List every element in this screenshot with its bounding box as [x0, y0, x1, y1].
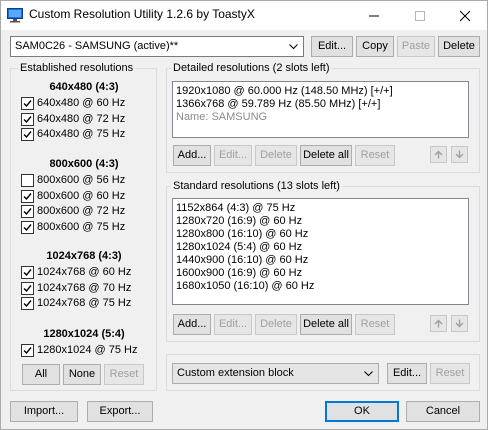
- checkmark-icon: [23, 208, 32, 216]
- arrow-up-icon: [434, 150, 443, 159]
- list-item[interactable]: 1152x864 (4:3) @ 75 Hz: [176, 202, 468, 215]
- extension-edit-button[interactable]: Edit...: [387, 363, 427, 384]
- arrow-down-icon: [455, 150, 464, 159]
- standard-delete-button[interactable]: Delete: [255, 314, 297, 335]
- list-item[interactable]: 1920x1080 @ 60.000 Hz (148.50 MHz) [+/+]: [176, 85, 468, 98]
- detailed-add-button[interactable]: Add...: [173, 145, 211, 166]
- list-item[interactable]: 1280x720 (16:9) @ 60 Hz: [176, 215, 468, 228]
- checkbox-label: 1280x1024 @ 75 Hz: [37, 344, 138, 356]
- section-heading: 1280x1024 (5:4): [43, 328, 125, 340]
- delete-monitor-button[interactable]: Delete: [438, 36, 480, 57]
- checkbox-label: 800x600 @ 60 Hz: [37, 189, 126, 202]
- checkbox-checked[interactable]: [21, 344, 34, 357]
- section-heading: 1024x768 (4:3): [46, 250, 122, 262]
- export-button[interactable]: Export...: [87, 401, 153, 422]
- checkbox-label: 800x600 @ 75 Hz: [37, 221, 126, 234]
- arrow-down-icon: [455, 319, 464, 328]
- chevron-down-icon: [364, 371, 373, 377]
- detailed-group-label: Detailed resolutions (2 slots left): [171, 62, 332, 75]
- checkbox-label: 640x480 @ 75 Hz: [37, 128, 126, 141]
- checkmark-icon: [23, 300, 32, 308]
- paste-button[interactable]: Paste: [397, 36, 435, 57]
- checkbox-label: 800x600 @ 72 Hz: [37, 205, 126, 218]
- detailed-delete-button[interactable]: Delete: [255, 145, 297, 166]
- checkmark-icon: [23, 192, 32, 200]
- arrow-up-icon: [434, 319, 443, 328]
- checkmark-icon: [23, 131, 32, 139]
- checkbox-label: 640x480 @ 72 Hz: [37, 112, 126, 125]
- minimize-icon: [369, 15, 379, 17]
- checkmark-icon: [23, 100, 32, 108]
- checkbox-checked[interactable]: [21, 112, 34, 126]
- standard-delete-all-button[interactable]: Delete all: [300, 314, 352, 335]
- list-item[interactable]: 1366x768 @ 59.789 Hz (85.50 MHz) [+/+]: [176, 98, 468, 111]
- standard-move-up-button[interactable]: [430, 315, 447, 332]
- detailed-move-down-button[interactable]: [451, 146, 468, 163]
- standard-move-down-button[interactable]: [451, 315, 468, 332]
- standard-reset-button[interactable]: Reset: [355, 314, 395, 335]
- checkbox-checked[interactable]: [21, 266, 34, 279]
- cru-window: Custom Resolution Utility 1.2.6 by Toast…: [0, 0, 488, 430]
- checkbox-label: 1024x768 @ 75 Hz: [37, 297, 132, 310]
- all-button[interactable]: All: [22, 364, 60, 385]
- extension-reset-button[interactable]: Reset: [430, 363, 470, 384]
- checkmark-icon: [23, 284, 32, 292]
- detailed-list[interactable]: 1920x1080 @ 60.000 Hz (148.50 MHz) [+/+]…: [172, 81, 469, 138]
- monitor-icon: [7, 7, 23, 23]
- edit-monitor-button[interactable]: Edit...: [311, 36, 353, 57]
- standard-edit-button[interactable]: Edit...: [214, 314, 252, 335]
- checkmark-icon: [23, 269, 32, 277]
- title-bar: Custom Resolution Utility 1.2.6 by Toast…: [1, 1, 487, 30]
- detailed-move-up-button[interactable]: [430, 146, 447, 163]
- import-button[interactable]: Import...: [10, 401, 78, 422]
- checkmark-icon: [23, 224, 32, 232]
- established-group-label: Established resolutions: [18, 62, 136, 75]
- cancel-button[interactable]: Cancel: [406, 401, 480, 422]
- extension-block-select[interactable]: Custom extension block: [172, 363, 379, 384]
- checkbox-checked[interactable]: [21, 128, 34, 142]
- chevron-down-icon: [289, 44, 298, 50]
- checkbox-checked[interactable]: [21, 189, 34, 203]
- list-item[interactable]: 1680x1050 (16:10) @ 60 Hz: [176, 280, 468, 293]
- minimize-button[interactable]: [351, 1, 397, 30]
- close-icon: [459, 10, 471, 22]
- checkbox-unchecked[interactable]: [21, 174, 34, 187]
- close-button[interactable]: [442, 1, 488, 30]
- list-item-name[interactable]: Name: SAMSUNG: [176, 111, 468, 124]
- checkbox-label: 1024x768 @ 70 Hz: [37, 281, 132, 294]
- checkmark-icon: [23, 347, 32, 355]
- standard-add-button[interactable]: Add...: [173, 314, 211, 335]
- none-button[interactable]: None: [63, 364, 101, 385]
- detailed-edit-button[interactable]: Edit...: [214, 145, 252, 166]
- window-title: Custom Resolution Utility 1.2.6 by Toast…: [29, 7, 255, 21]
- detailed-delete-all-button[interactable]: Delete all: [300, 145, 352, 166]
- section-heading: 800x600 (4:3): [49, 158, 119, 170]
- checkbox-label: 640x480 @ 60 Hz: [37, 97, 126, 109]
- checkbox-label: 800x600 @ 56 Hz: [37, 174, 126, 186]
- ok-button[interactable]: OK: [325, 401, 399, 422]
- checkmark-icon: [23, 115, 32, 123]
- maximize-icon: [415, 11, 425, 21]
- section-heading: 640x480 (4:3): [49, 81, 119, 93]
- extension-block-value: Custom extension block: [177, 367, 294, 379]
- checkbox-checked[interactable]: [21, 297, 34, 311]
- list-item[interactable]: 1280x1024 (5:4) @ 60 Hz: [176, 241, 468, 254]
- checkbox-checked[interactable]: [21, 221, 34, 235]
- detailed-reset-button[interactable]: Reset: [355, 145, 395, 166]
- monitor-select-value: SAM0C26 - SAMSUNG (active)**: [15, 40, 179, 52]
- monitor-select[interactable]: SAM0C26 - SAMSUNG (active)**: [10, 36, 304, 57]
- maximize-button[interactable]: [397, 1, 443, 30]
- checkbox-checked[interactable]: [21, 97, 34, 110]
- list-item[interactable]: 1440x900 (16:10) @ 60 Hz: [176, 254, 468, 267]
- standard-group-label: Standard resolutions (13 slots left): [171, 180, 342, 193]
- list-item[interactable]: 1600x900 (16:9) @ 60 Hz: [176, 267, 468, 280]
- checkbox-checked[interactable]: [21, 205, 34, 219]
- standard-list[interactable]: 1152x864 (4:3) @ 75 Hz 1280x720 (16:9) @…: [172, 198, 469, 305]
- checkbox-label: 1024x768 @ 60 Hz: [37, 266, 132, 278]
- checkbox-checked[interactable]: [21, 281, 34, 295]
- list-item[interactable]: 1280x800 (16:10) @ 60 Hz: [176, 228, 468, 241]
- copy-button[interactable]: Copy: [356, 36, 394, 57]
- established-reset-button[interactable]: Reset: [104, 364, 144, 385]
